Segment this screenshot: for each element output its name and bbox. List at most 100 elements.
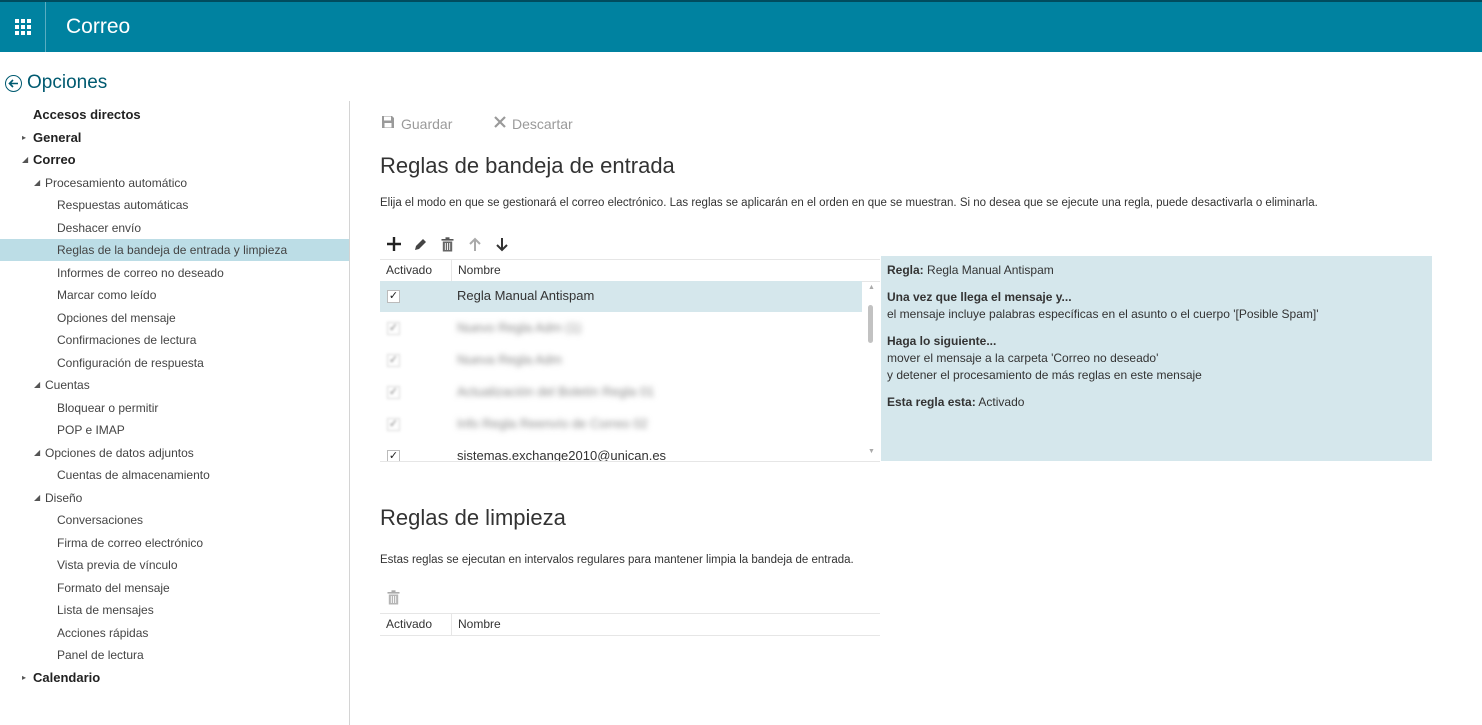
nav-item-label: POP e IMAP xyxy=(57,423,125,437)
rule-row[interactable]: ✓ Regla Manual Antispam xyxy=(380,281,862,312)
waffle-icon xyxy=(14,19,31,35)
rule-enabled-checkbox[interactable]: ✓ xyxy=(387,450,400,461)
nav-item[interactable]: ◢ Procesamiento automático xyxy=(0,172,349,194)
nav-item[interactable]: Cuentas de almacenamiento xyxy=(0,464,349,486)
rule-row[interactable]: ✓ sistemas.exchange2010@unican.es xyxy=(380,441,862,461)
app-launcher-button[interactable] xyxy=(0,2,46,52)
move-down-button[interactable] xyxy=(488,234,515,254)
options-title: Opciones xyxy=(27,72,108,93)
nav-item[interactable]: Deshacer envío xyxy=(0,217,349,239)
nav-item[interactable]: Formato del mensaje xyxy=(0,577,349,599)
detail-when-heading: Una vez que llega el mensaje y... xyxy=(887,290,1072,304)
rule-row[interactable]: ✓ Actualización del Boletín Regla 01 xyxy=(380,377,862,408)
inbox-rules-table-header: Activado Nombre xyxy=(380,259,880,282)
detail-do-text-1: mover el mensaje a la carpeta 'Correo no… xyxy=(887,351,1159,365)
nav-item-label: Configuración de respuesta xyxy=(57,355,204,370)
nav-item[interactable]: Configuración de respuesta xyxy=(0,352,349,374)
nav-item[interactable]: ◢ Opciones de datos adjuntos xyxy=(0,442,349,464)
nav-item[interactable]: Conversaciones xyxy=(0,509,349,531)
trash-icon xyxy=(441,236,454,251)
nav-item[interactable]: Bloquear o permitir xyxy=(0,397,349,419)
nav-item-label: Accesos directos xyxy=(33,107,141,122)
nav-item[interactable]: POP e IMAP xyxy=(0,419,349,441)
nav-item[interactable]: Confirmaciones de lectura xyxy=(0,329,349,351)
inbox-rules-list: ✓ Regla Manual Antispam ✓ Nuevo Regla Adm (… xyxy=(380,281,880,462)
add-rule-button[interactable] xyxy=(380,234,407,254)
nav-item[interactable]: Firma de correo electrónico xyxy=(0,532,349,554)
pencil-icon xyxy=(415,238,426,250)
rule-detail-pane: Regla: Regla Manual Antispam Una vez que… xyxy=(881,256,1432,461)
nav-item-label: Lista de mensajes xyxy=(57,603,154,617)
rule-row[interactable]: ✓ Info Regla Reenvío de Correo 02 xyxy=(380,409,862,440)
nav-item-label: Bloquear o permitir xyxy=(57,400,159,415)
nav-item[interactable]: ▸ Calendario xyxy=(0,667,349,689)
cleanup-column-name[interactable]: Nombre xyxy=(451,614,501,635)
detail-status-line: Esta regla esta: Activado xyxy=(887,395,1024,409)
detail-rule-label: Regla: xyxy=(887,263,924,277)
plus-icon xyxy=(386,237,401,251)
scroll-down-icon[interactable]: ▼ xyxy=(868,448,875,455)
expand-arrow-icon[interactable]: ▸ xyxy=(22,667,32,689)
delete-rule-button[interactable] xyxy=(434,234,461,254)
nav-item-label: Opciones de datos adjuntos xyxy=(45,445,194,460)
rule-enabled-checkbox[interactable]: ✓ xyxy=(387,322,400,335)
collapse-arrow-icon[interactable]: ◢ xyxy=(22,149,32,171)
options-navigation: Accesos directos ▸ General ◢ Correo ◢ Procesam… xyxy=(0,104,349,725)
nav-item-label: Vista previa de vínculo xyxy=(57,558,178,572)
nav-item[interactable]: ◢ Correo xyxy=(0,149,349,171)
move-up-button[interactable] xyxy=(461,234,488,254)
rule-row[interactable]: ✓ Nuevo Regla Adm (1) xyxy=(380,313,862,344)
rule-name: Regla Manual Antispam xyxy=(457,288,595,303)
inbox-rules-toolbar xyxy=(380,234,515,254)
nav-item[interactable]: Panel de lectura xyxy=(0,644,349,666)
cleanup-column-enabled[interactable]: Activado xyxy=(386,617,432,631)
nav-item-label: Conversaciones xyxy=(57,513,144,527)
inbox-rules-title: Reglas de bandeja de entrada xyxy=(380,153,675,178)
nav-item-label: Formato del mensaje xyxy=(57,580,170,595)
nav-item[interactable]: Marcar como leído xyxy=(0,284,349,306)
rule-name: Nueva Regla Adm xyxy=(457,352,562,367)
app-title: Correo xyxy=(66,15,131,38)
nav-item[interactable]: Accesos directos xyxy=(0,104,349,126)
nav-item[interactable]: Opciones del mensaje xyxy=(0,307,349,329)
nav-item[interactable]: ◢ Cuentas xyxy=(0,374,349,396)
rule-enabled-checkbox[interactable]: ✓ xyxy=(387,386,400,399)
nav-item[interactable]: ◢ Diseño xyxy=(0,487,349,509)
rule-enabled-checkbox[interactable]: ✓ xyxy=(387,418,400,431)
discard-label: Descartar xyxy=(512,115,573,132)
nav-item[interactable]: Informes de correo no deseado xyxy=(0,262,349,284)
trash-icon xyxy=(387,589,400,604)
column-name[interactable]: Nombre xyxy=(451,260,501,281)
edit-rule-button[interactable] xyxy=(407,234,434,254)
collapse-arrow-icon[interactable]: ◢ xyxy=(34,442,44,464)
nav-item-label: Confirmaciones de lectura xyxy=(57,333,197,347)
save-label: Guardar xyxy=(401,116,453,132)
column-enabled[interactable]: Activado xyxy=(386,263,432,277)
nav-item-label: Cuentas de almacenamiento xyxy=(57,468,210,482)
collapse-arrow-icon[interactable]: ◢ xyxy=(34,374,44,396)
nav-item[interactable]: Acciones rápidas xyxy=(0,622,349,644)
delete-cleanup-rule-button[interactable] xyxy=(380,587,407,607)
nav-item[interactable]: ▸ General xyxy=(0,127,349,149)
discard-button[interactable]: Descartar xyxy=(494,115,573,132)
rule-row[interactable]: ✓ Nueva Regla Adm xyxy=(380,345,862,376)
nav-item-label: Respuestas automáticas xyxy=(57,198,189,212)
inbox-rules-description: Elija el modo en que se gestionará el co… xyxy=(380,197,1318,209)
nav-item[interactable]: Respuestas automáticas xyxy=(0,194,349,216)
collapse-arrow-icon[interactable]: ◢ xyxy=(34,172,44,194)
collapse-arrow-icon[interactable]: ◢ xyxy=(34,487,44,509)
scroll-up-icon[interactable]: ▲ xyxy=(868,284,875,291)
nav-item-label: Correo xyxy=(33,152,76,167)
rule-enabled-checkbox[interactable]: ✓ xyxy=(387,354,400,367)
save-button[interactable]: Guardar xyxy=(381,115,452,133)
nav-item[interactable]: Reglas de la bandeja de entrada y limpie… xyxy=(0,239,349,261)
scroll-thumb[interactable] xyxy=(868,305,873,343)
detail-do-heading: Haga lo siguiente... xyxy=(887,334,997,348)
expand-arrow-icon[interactable]: ▸ xyxy=(22,127,32,149)
nav-item[interactable]: Vista previa de vínculo xyxy=(0,554,349,576)
detail-rule-name: Regla Manual Antispam xyxy=(927,263,1054,277)
cleanup-rules-toolbar xyxy=(380,587,407,607)
rule-enabled-checkbox[interactable]: ✓ xyxy=(387,290,400,303)
nav-item[interactable]: Lista de mensajes xyxy=(0,599,349,621)
options-back-button[interactable]: Opciones xyxy=(5,72,107,94)
